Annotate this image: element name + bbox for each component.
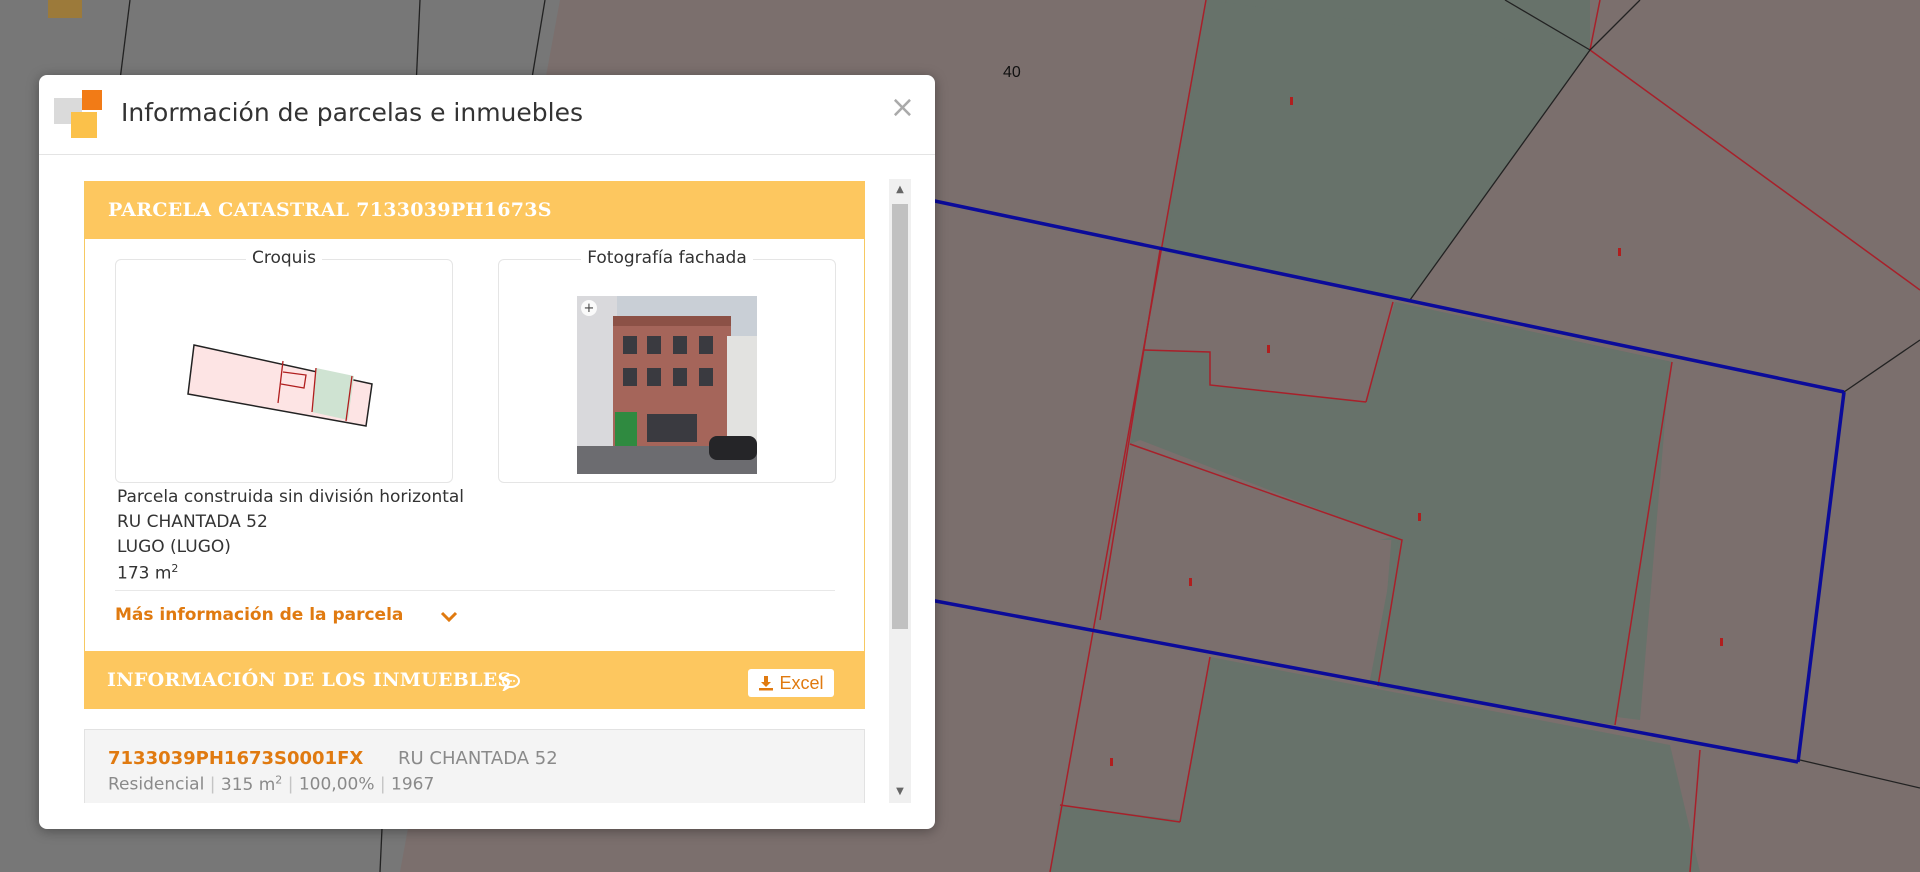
property-details: Residencial | 315 m2 | 100,00% | 1967 bbox=[108, 773, 435, 795]
property-reference[interactable]: 7133039PH1673S0001FX bbox=[108, 748, 363, 769]
croquis-sketch[interactable] bbox=[116, 260, 452, 482]
scroll-down-arrow[interactable]: ▼ bbox=[889, 781, 911, 803]
property-use: Residencial bbox=[108, 774, 205, 795]
property-row[interactable]: 7133039PH1673S0001FX RU CHANTADA 52 Resi… bbox=[84, 729, 865, 803]
parcel-city: LUGO (LUGO) bbox=[117, 537, 231, 557]
svg-text:+: + bbox=[584, 301, 595, 316]
map-parcel-number: 40 bbox=[1003, 64, 1021, 81]
chevron-down-icon[interactable] bbox=[440, 610, 458, 624]
close-button[interactable]: × bbox=[890, 93, 915, 123]
facade-photo-label: Fotografía fachada bbox=[581, 248, 753, 268]
parcel-area-unit: 2 bbox=[171, 562, 179, 575]
parcel-header-title: PARCELA CATASTRAL 7133039PH1673S bbox=[108, 199, 552, 221]
dialog-scrollbar[interactable]: ▲ ▼ bbox=[889, 179, 911, 803]
map-marker-square bbox=[48, 0, 82, 18]
more-parcel-info-link[interactable]: Más información de la parcela bbox=[115, 605, 403, 625]
divider bbox=[115, 590, 835, 591]
facade-photo-box: Fotografía fachada + bbox=[498, 248, 836, 483]
catastro-logo-icon bbox=[54, 90, 102, 138]
parcel-header: PARCELA CATASTRAL 7133039PH1673S bbox=[85, 181, 865, 239]
parcel-info-dialog: Información de parcelas e inmuebles × PA… bbox=[39, 75, 935, 829]
parcel-panel: PARCELA CATASTRAL 7133039PH1673S Croquis bbox=[84, 181, 865, 652]
properties-header-title: INFORMACIÓN DE LOS INMUEBLES bbox=[107, 669, 512, 691]
croquis-box: Croquis bbox=[115, 248, 453, 483]
properties-header: INFORMACIÓN DE LOS INMUEBLES Excel bbox=[84, 651, 865, 709]
parcel-area-value: 173 m bbox=[117, 563, 172, 584]
dialog-content: PARCELA CATASTRAL 7133039PH1673S Croquis bbox=[84, 181, 865, 803]
scroll-thumb[interactable] bbox=[892, 204, 908, 629]
dialog-body: PARCELA CATASTRAL 7133039PH1673S Croquis bbox=[39, 155, 935, 829]
scroll-up-arrow[interactable]: ▲ bbox=[889, 179, 911, 201]
dialog-header: Información de parcelas e inmuebles × bbox=[39, 75, 935, 155]
parcel-type: Parcela construida sin división horizont… bbox=[117, 487, 465, 507]
excel-download-button[interactable]: Excel bbox=[748, 669, 834, 697]
property-address: RU CHANTADA 52 bbox=[398, 748, 558, 769]
property-share: 100,00% bbox=[298, 774, 375, 795]
download-icon bbox=[759, 676, 774, 691]
dialog-title: Información de parcelas e inmuebles bbox=[121, 98, 583, 127]
parcel-address: RU CHANTADA 52 bbox=[117, 512, 268, 532]
facade-photo[interactable]: + bbox=[577, 296, 757, 474]
excel-button-label: Excel bbox=[779, 673, 824, 693]
parcel-area: 173 m2 bbox=[117, 562, 178, 584]
property-area: 315 m2 bbox=[220, 773, 283, 795]
comment-icon[interactable] bbox=[501, 673, 521, 691]
property-year: 1967 bbox=[391, 774, 435, 795]
